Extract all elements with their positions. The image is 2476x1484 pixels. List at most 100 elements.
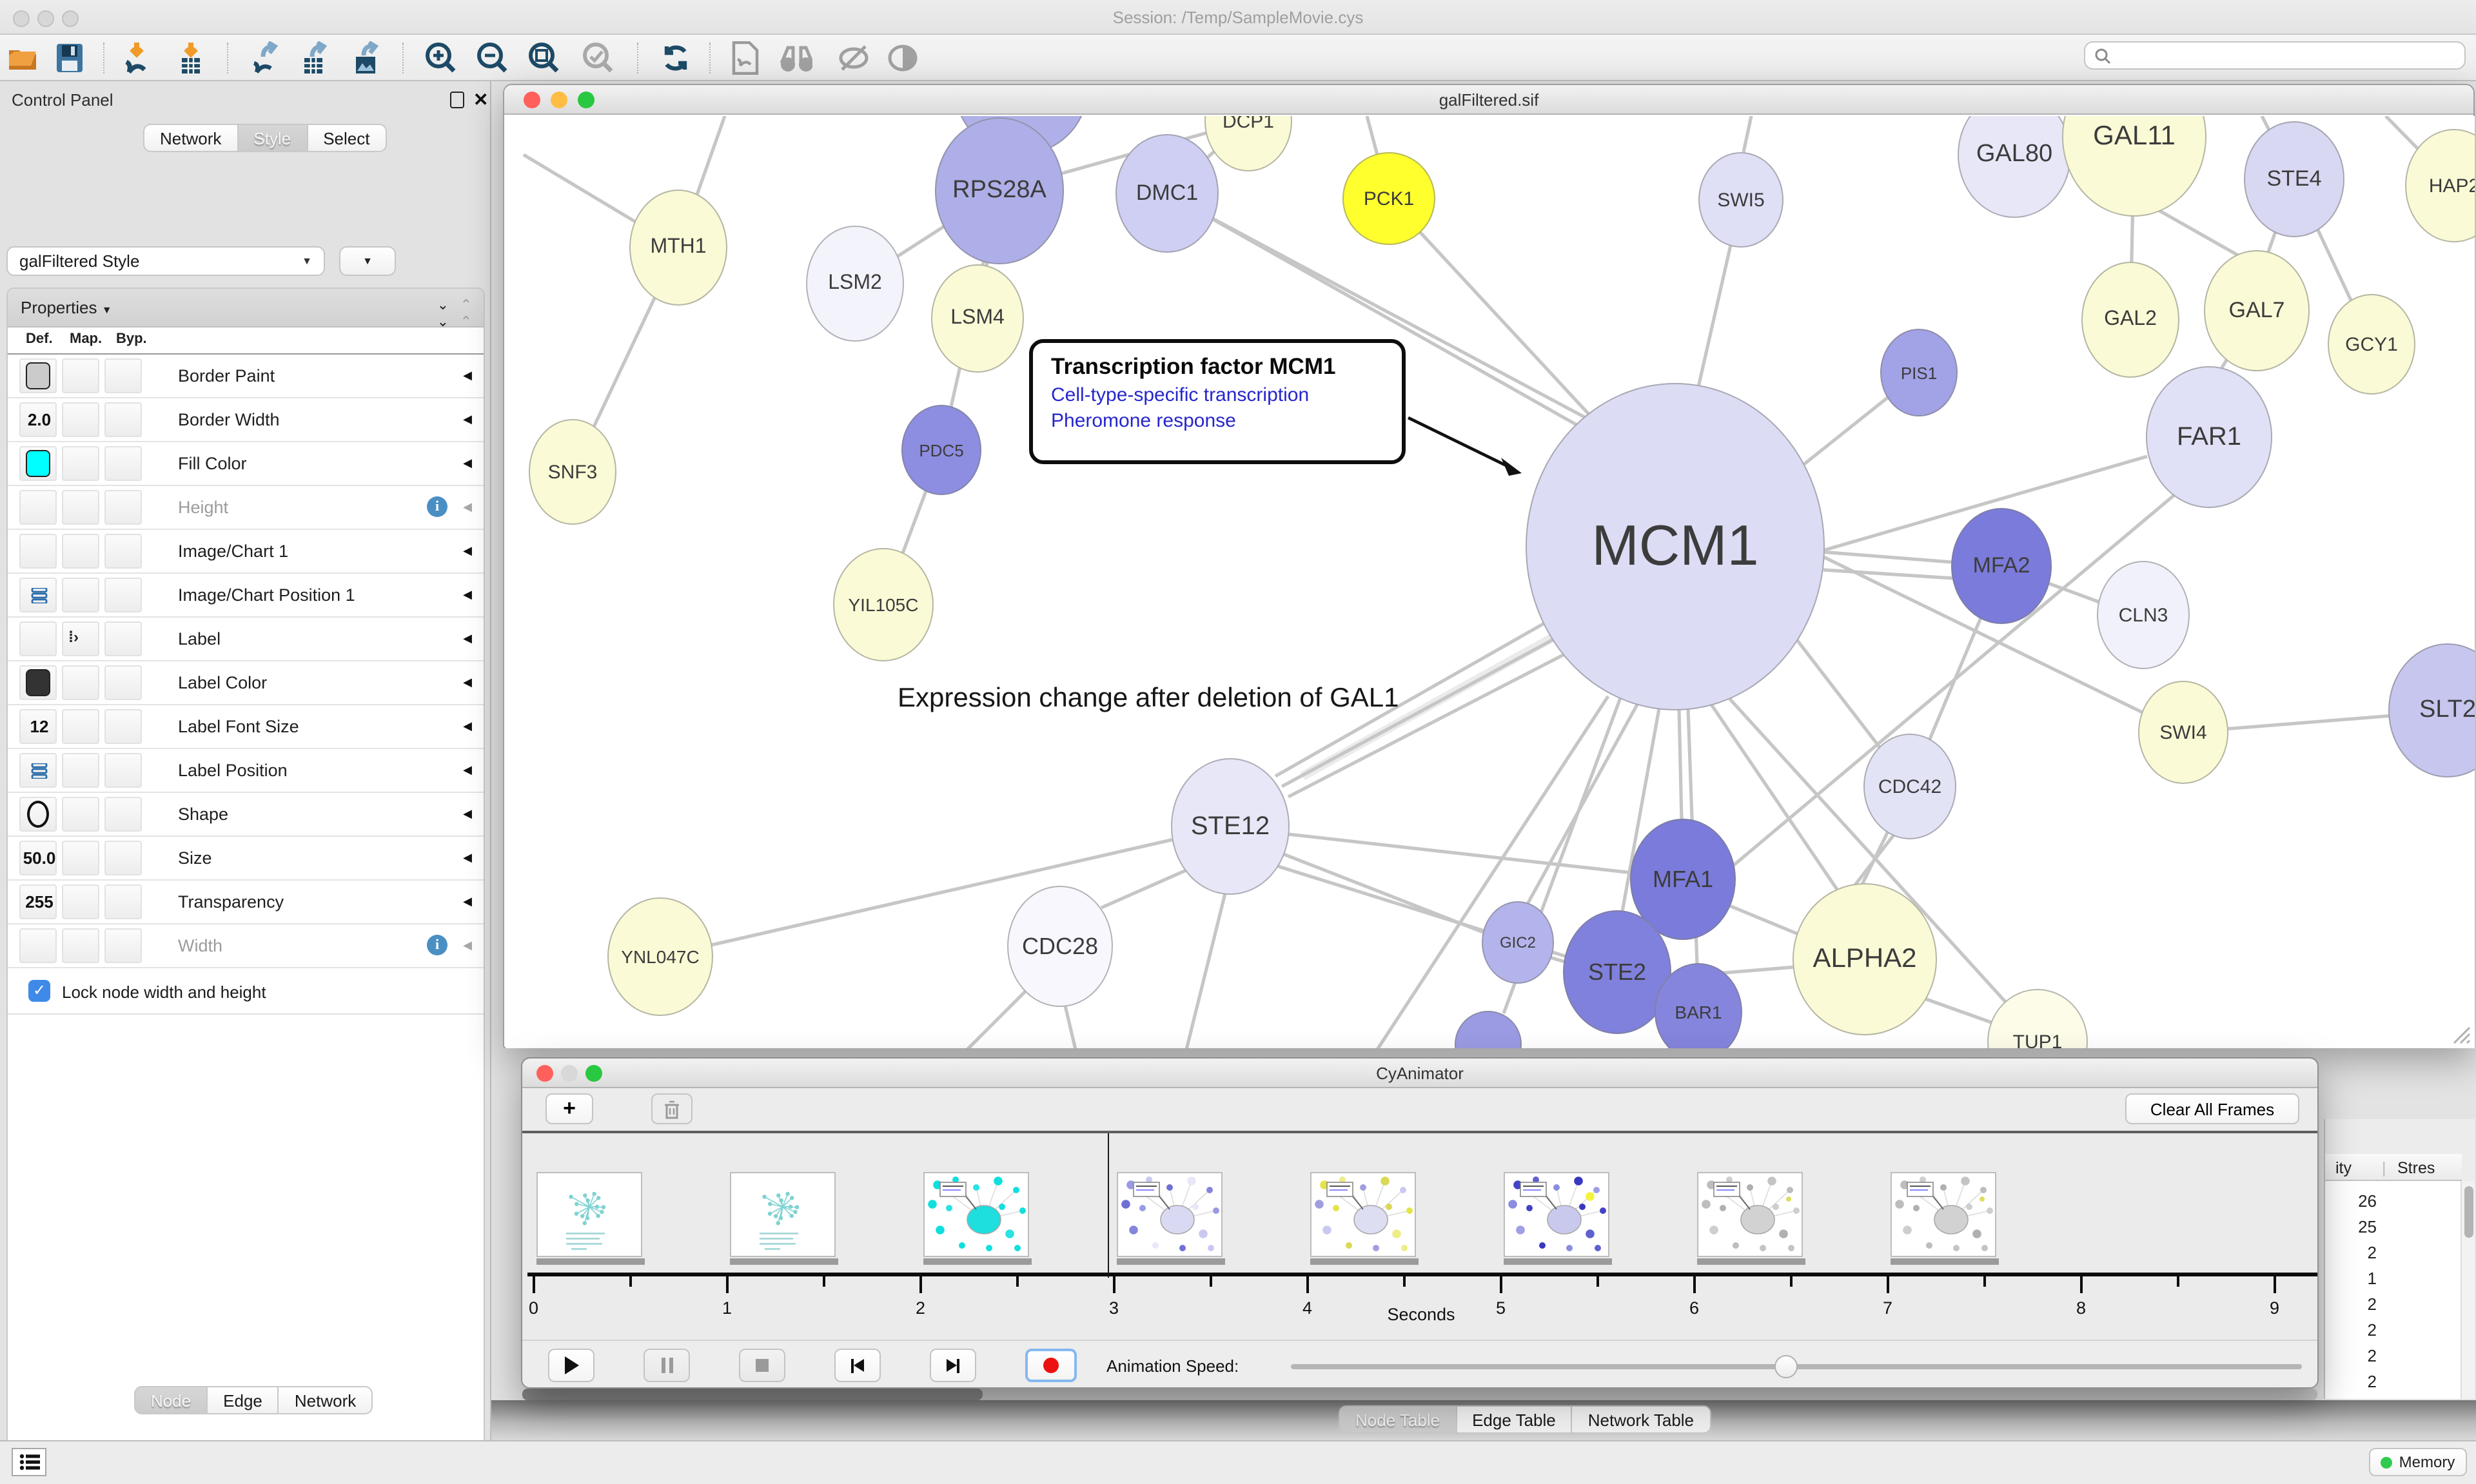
tab-node[interactable]: Node	[134, 1386, 206, 1414]
zoom-fit-icon[interactable]	[526, 40, 562, 76]
keyframe-thumbnail-4[interactable]	[1310, 1172, 1416, 1257]
network-node-STE12[interactable]: STE12	[1171, 758, 1290, 895]
tab-network-table[interactable]: Network Table	[1571, 1405, 1711, 1434]
save-session-icon[interactable]	[52, 40, 88, 76]
network-node-partial[interactable]	[1455, 1011, 1522, 1048]
tab-edge[interactable]: Edge	[206, 1386, 278, 1414]
property-row-transparency[interactable]: 255Transparency◀	[8, 881, 484, 924]
network-node-LSM4[interactable]: LSM4	[931, 264, 1024, 373]
network-node-MTH1[interactable]: MTH1	[629, 190, 727, 306]
hscrollbar-thumb[interactable]	[522, 1389, 983, 1400]
annotation-link-1[interactable]: Cell-type-specific transcription	[1051, 384, 1384, 406]
search-input[interactable]	[2117, 45, 2464, 66]
network-node-MFA2[interactable]: MFA2	[1951, 508, 2052, 624]
property-row-label-position[interactable]: Label Position◀	[8, 749, 484, 793]
network-node-DMC1[interactable]: DMC1	[1115, 134, 1219, 253]
show-details-icon[interactable]	[885, 40, 921, 76]
refresh-icon[interactable]	[658, 40, 694, 76]
record-button[interactable]	[1025, 1349, 1077, 1382]
keyframe-thumbnail-5[interactable]	[1504, 1172, 1609, 1257]
open-session-icon[interactable]	[5, 40, 41, 76]
annotation-link-2[interactable]: Pheromone response	[1051, 410, 1384, 432]
keyframe-thumbnail-3[interactable]	[1117, 1172, 1223, 1257]
network-node-PDC5[interactable]: PDC5	[901, 405, 981, 495]
cyanimator-titlebar[interactable]: CyAnimator	[522, 1059, 2317, 1088]
zoom-in-icon[interactable]	[423, 40, 459, 76]
network-node-ALPHA2[interactable]: ALPHA2	[1793, 883, 1937, 1035]
resize-grip-icon[interactable]	[2450, 1024, 2471, 1044]
network-node-TUP1[interactable]: TUP1	[1987, 989, 2088, 1048]
network-node-SWI4[interactable]: SWI4	[2138, 681, 2228, 784]
network-canvas[interactable]: DCP1RPS28ADMC1PCK1SWI5MTH1LSM2LSM4GAL80G…	[506, 116, 2475, 1048]
keyframe-thumbnail-1[interactable]	[730, 1172, 836, 1257]
expand-all-icon[interactable]: ⌄⌄	[437, 297, 447, 330]
table-cell[interactable]: 26	[2325, 1191, 2377, 1211]
property-row-label-color[interactable]: Label Color◀	[8, 661, 484, 705]
export-image-icon[interactable]	[348, 40, 384, 76]
network-node-RPS28A[interactable]: RPS28A	[935, 117, 1064, 264]
property-row-width[interactable]: Widthi◀	[8, 924, 484, 968]
play-button[interactable]	[548, 1349, 594, 1382]
float-panel-icon[interactable]	[450, 92, 464, 108]
network-node-MCM1[interactable]: MCM1	[1526, 383, 1825, 710]
lock-checkbox[interactable]: ✓	[28, 980, 50, 1002]
color-swatch[interactable]	[26, 362, 50, 389]
network-node-SNF3[interactable]: SNF3	[529, 419, 616, 525]
tab-node-table[interactable]: Node Table	[1339, 1405, 1455, 1434]
property-row-height[interactable]: Heighti◀	[8, 486, 484, 530]
network-node-GAL7[interactable]: GAL7	[2204, 250, 2310, 371]
clear-all-frames-button[interactable]: Clear All Frames	[2125, 1093, 2299, 1124]
stop-button[interactable]	[739, 1349, 785, 1382]
animation-speed-slider[interactable]	[1291, 1364, 2302, 1369]
network-node-BAR1[interactable]: BAR1	[1655, 963, 1742, 1048]
keyframe-thumbnail-0[interactable]	[536, 1172, 642, 1257]
import-network-icon[interactable]	[119, 40, 155, 76]
network-node-CLN3[interactable]: CLN3	[2097, 561, 2190, 669]
table-vscrollbar[interactable]	[2461, 1181, 2475, 1399]
properties-header[interactable]: Properties ▼ ⌄⌄ ⌃⌃	[8, 289, 484, 327]
slider-thumb[interactable]	[1774, 1355, 1798, 1378]
property-row-fill-color[interactable]: Fill Color◀	[8, 442, 484, 486]
timeline-playhead[interactable]	[1107, 1133, 1109, 1278]
network-file-icon[interactable]	[727, 40, 763, 76]
network-node-DCP1[interactable]: DCP1	[1204, 116, 1292, 171]
property-row-shape[interactable]: Shape◀	[8, 793, 484, 837]
network-node-PCK1[interactable]: PCK1	[1342, 152, 1435, 245]
network-node-YIL105C[interactable]: YIL105C	[833, 548, 934, 661]
export-network-icon[interactable]	[248, 40, 284, 76]
search-binoculars-icon[interactable]	[776, 40, 812, 76]
tab-network[interactable]: Network	[143, 124, 237, 152]
network-node-GAL2[interactable]: GAL2	[2081, 262, 2179, 378]
network-node-PIS1[interactable]: PIS1	[1880, 329, 1958, 416]
keyframe-thumbnail-7[interactable]	[1891, 1172, 1996, 1257]
delete-frame-button[interactable]	[651, 1093, 693, 1124]
keyframe-thumbnail-2[interactable]	[923, 1172, 1029, 1257]
property-row-image-chart-1[interactable]: Image/Chart 1◀	[8, 530, 484, 574]
network-node-LSM2[interactable]: LSM2	[806, 226, 904, 342]
tab-style[interactable]: Style	[237, 124, 306, 152]
color-swatch[interactable]	[26, 669, 50, 696]
skip-end-button[interactable]	[930, 1349, 976, 1382]
network-node-GAL80[interactable]: GAL80	[1958, 116, 2071, 218]
import-table-icon[interactable]	[173, 40, 209, 76]
style-selector[interactable]: galFiltered Style ▼	[6, 246, 325, 276]
add-frame-button[interactable]: +	[545, 1093, 593, 1124]
table-hscrollbar[interactable]	[522, 1389, 2317, 1400]
export-table-icon[interactable]	[297, 40, 333, 76]
collapse-all-icon[interactable]: ⌃⌃	[460, 297, 471, 330]
table-cell[interactable]: 25	[2325, 1217, 2377, 1236]
network-node-STE4[interactable]: STE4	[2244, 121, 2344, 237]
cyanimator-timeline[interactable]: 0123456789 Seconds	[522, 1133, 2317, 1340]
tab-edge-table[interactable]: Edge Table	[1455, 1405, 1571, 1434]
network-node-GIC2[interactable]: GIC2	[1482, 901, 1554, 984]
table-cell[interactable]: 2	[2325, 1294, 2377, 1314]
network-node-CDC28[interactable]: CDC28	[1007, 886, 1113, 1007]
memory-button[interactable]: Memory	[2369, 1448, 2467, 1476]
property-row-border-paint[interactable]: Border Paint◀	[8, 355, 484, 398]
network-node-GAL11[interactable]: GAL11	[2062, 116, 2206, 217]
table-cell[interactable]: 2	[2325, 1346, 2377, 1365]
network-node-SLT2[interactable]: SLT2	[2388, 643, 2475, 777]
network-window-titlebar[interactable]: galFiltered.sif	[504, 85, 2473, 115]
close-panel-icon[interactable]: ✕	[473, 89, 488, 111]
property-row-image-chart-position-1[interactable]: Image/Chart Position 1◀	[8, 574, 484, 618]
